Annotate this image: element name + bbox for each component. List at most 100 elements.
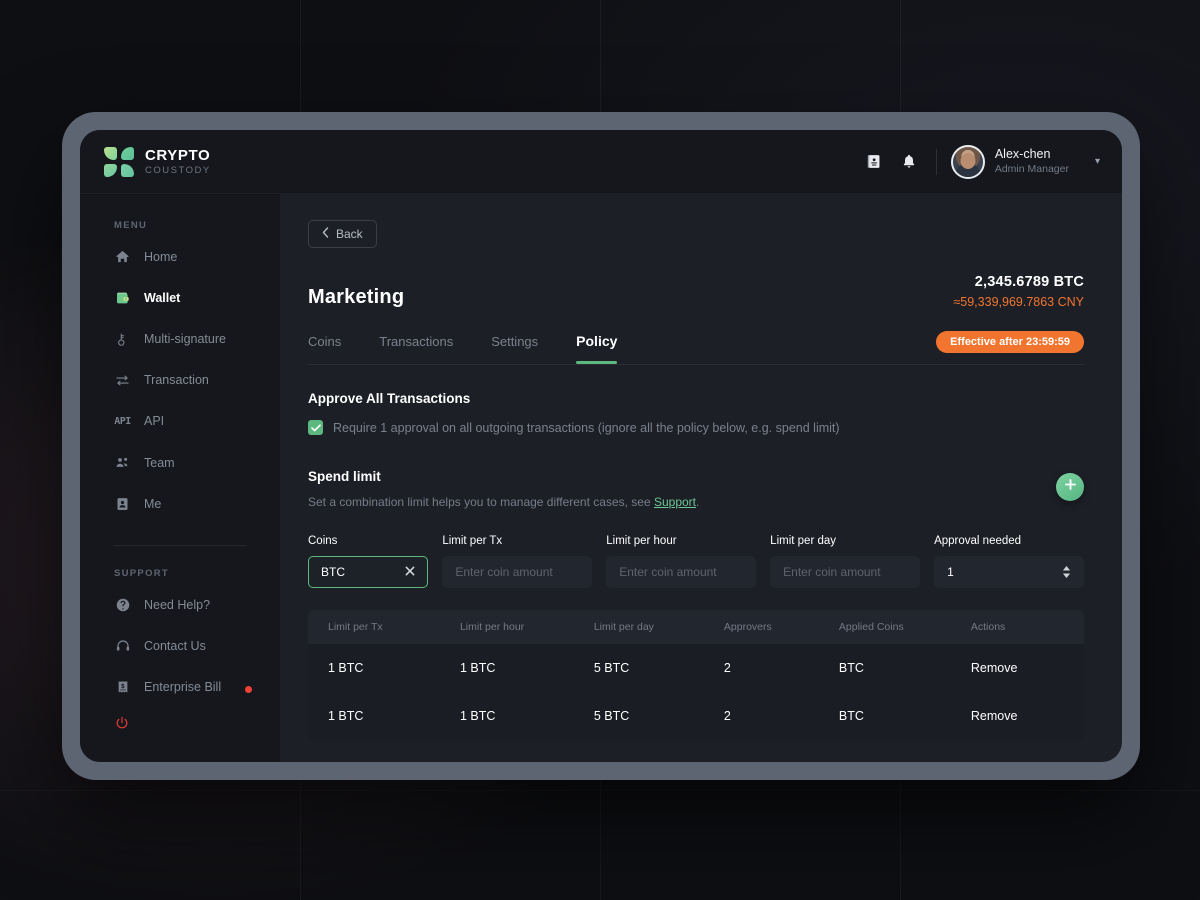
sidebar-item-label: Multi-signature xyxy=(144,332,226,346)
page-title: Marketing xyxy=(308,286,404,309)
wallet-icon xyxy=(114,289,131,306)
sidebar-item-label: Need Help? xyxy=(144,598,210,612)
coins-selected-value: BTC xyxy=(321,565,345,579)
sidebar-item-wallet[interactable]: Wallet xyxy=(80,284,280,311)
balance-btc: 2,345.6789 BTC xyxy=(953,274,1084,290)
back-button[interactable]: Back xyxy=(308,220,377,248)
spend-desc-after: . xyxy=(696,495,699,509)
cell-approvers: 2 xyxy=(724,709,839,723)
sidebar-item-team[interactable]: Team xyxy=(80,449,280,476)
limit-per-day-input[interactable]: Enter coin amount xyxy=(770,556,920,588)
cell-limit-per-tx: 1 BTC xyxy=(308,709,460,723)
api-icon: API xyxy=(114,413,131,430)
chevron-down-icon[interactable]: ▾ xyxy=(1095,156,1100,167)
coins-input[interactable]: BTC xyxy=(308,556,428,588)
sidebar-item-me[interactable]: Me xyxy=(80,490,280,517)
sidebar-item-enterprise-bill[interactable]: Enterprise Bill xyxy=(80,674,280,701)
app-header: CRYPTO COUSTODY xyxy=(80,130,1122,194)
limit-per-hour-placeholder: Enter coin amount xyxy=(619,565,716,579)
power-icon[interactable] xyxy=(80,715,280,762)
tab-transactions[interactable]: Transactions xyxy=(379,334,453,362)
approve-all-checkbox[interactable] xyxy=(308,420,323,435)
headset-icon xyxy=(114,638,131,655)
remove-button[interactable]: Remove xyxy=(971,709,1084,723)
cell-limit-per-hour: 1 BTC xyxy=(460,661,594,675)
approve-all-title: Approve All Transactions xyxy=(308,391,1084,406)
device-frame: CRYPTO COUSTODY xyxy=(62,112,1140,780)
sidebar-item-home[interactable]: Home xyxy=(80,243,280,270)
coins-field-label: Coins xyxy=(308,535,428,547)
plus-icon xyxy=(1064,478,1077,496)
sidebar-item-contact-us[interactable]: Contact Us xyxy=(80,633,280,660)
limit-per-tx-label: Limit per Tx xyxy=(442,535,592,547)
sidebar-item-transaction[interactable]: Transaction xyxy=(80,367,280,394)
sidebar-support-heading: SUPPORT xyxy=(80,568,280,591)
sidebar-item-label: Contact Us xyxy=(144,639,206,653)
bill-icon xyxy=(114,679,131,696)
stepper-icon[interactable] xyxy=(1062,566,1071,578)
remove-button[interactable]: Remove xyxy=(971,661,1084,675)
sidebar-divider xyxy=(114,545,246,546)
column-header-limit-per-day: Limit per day xyxy=(594,621,724,633)
sidebar-item-label: Transaction xyxy=(144,373,209,387)
column-header-limit-per-hour: Limit per hour xyxy=(460,621,594,633)
cell-limit-per-day: 5 BTC xyxy=(594,661,724,675)
limit-per-hour-input[interactable]: Enter coin amount xyxy=(606,556,756,588)
sidebar-item-label: API xyxy=(144,414,164,428)
column-header-limit-per-tx: Limit per Tx xyxy=(308,621,460,633)
transfer-arrows-icon xyxy=(114,372,131,389)
limit-per-day-placeholder: Enter coin amount xyxy=(783,565,880,579)
sidebar-item-label: Team xyxy=(144,456,175,470)
user-menu[interactable]: Alex-chen Admin Manager ▾ xyxy=(951,145,1100,179)
approve-all-description: Require 1 approval on all outgoing trans… xyxy=(333,421,840,435)
chevron-left-icon xyxy=(322,227,329,241)
app-screen: CRYPTO COUSTODY xyxy=(80,130,1122,762)
limit-per-hour-label: Limit per hour xyxy=(606,535,756,547)
sidebar: MENU Home Wallet xyxy=(80,194,280,762)
logo-icon xyxy=(104,147,134,177)
limit-per-day-label: Limit per day xyxy=(770,535,920,547)
brand-name: CRYPTO xyxy=(145,148,211,163)
add-rule-button[interactable] xyxy=(1056,473,1084,501)
approval-needed-stepper[interactable]: 1 xyxy=(934,556,1084,588)
address-book-icon[interactable] xyxy=(858,145,892,179)
approval-needed-label: Approval needed xyxy=(934,535,1084,547)
limit-per-tx-placeholder: Enter coin amount xyxy=(455,565,552,579)
cell-limit-per-tx: 1 BTC xyxy=(308,661,460,675)
tab-settings[interactable]: Settings xyxy=(491,334,538,362)
sidebar-item-multi-signature[interactable]: Multi-signature xyxy=(80,325,280,352)
table-row: 1 BTC 1 BTC 5 BTC 2 BTC Remove xyxy=(308,692,1084,740)
cell-approvers: 2 xyxy=(724,661,839,675)
column-header-actions: Actions xyxy=(971,621,1084,633)
sidebar-item-need-help[interactable]: Need Help? xyxy=(80,591,280,618)
user-card-icon xyxy=(114,495,131,512)
user-name: Alex-chen xyxy=(995,147,1069,163)
table-row: 1 BTC 1 BTC 5 BTC 2 BTC Remove xyxy=(308,644,1084,692)
close-icon[interactable] xyxy=(405,565,415,579)
balance-cny: ≈59,339,969.7863 CNY xyxy=(953,295,1084,309)
sidebar-item-api[interactable]: API API xyxy=(80,408,280,435)
column-header-approvers: Approvers xyxy=(724,621,839,633)
main-content: Back Marketing 2,345.6789 BTC ≈59,339,96… xyxy=(280,194,1122,762)
bell-icon[interactable] xyxy=(892,145,926,179)
table-header-row: Limit per Tx Limit per hour Limit per da… xyxy=(308,610,1084,644)
spend-limit-title: Spend limit xyxy=(308,469,699,484)
approve-all-row: Require 1 approval on all outgoing trans… xyxy=(308,420,1084,435)
sidebar-item-label: Enterprise Bill xyxy=(144,680,221,694)
tab-coins[interactable]: Coins xyxy=(308,334,341,362)
tab-policy[interactable]: Policy xyxy=(576,333,617,362)
support-link[interactable]: Support xyxy=(654,495,696,509)
effective-badge[interactable]: Effective after 23:59:59 xyxy=(936,331,1084,353)
key-icon xyxy=(114,331,131,348)
policy-table: Limit per Tx Limit per hour Limit per da… xyxy=(308,610,1084,740)
cell-applied-coins: BTC xyxy=(839,709,971,723)
team-icon xyxy=(114,454,131,471)
wallet-balance: 2,345.6789 BTC ≈59,339,969.7863 CNY xyxy=(953,274,1084,309)
status-badge xyxy=(245,686,252,693)
brand-logo[interactable]: CRYPTO COUSTODY xyxy=(104,147,211,177)
home-icon xyxy=(114,248,131,265)
question-circle-icon xyxy=(114,596,131,613)
spend-limit-form: Coins BTC Limit per Tx Enter coin amount xyxy=(308,535,1084,588)
avatar xyxy=(951,145,985,179)
limit-per-tx-input[interactable]: Enter coin amount xyxy=(442,556,592,588)
